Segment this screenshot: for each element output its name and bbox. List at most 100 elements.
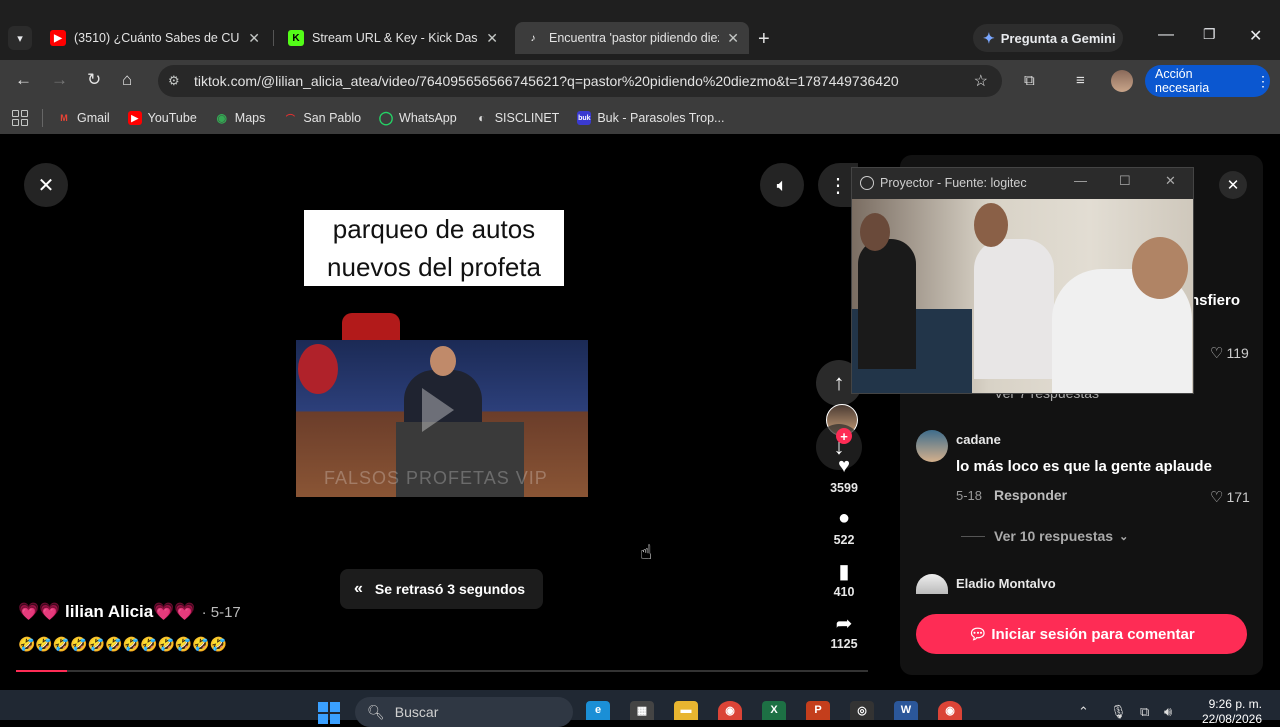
bookmark-maps[interactable]: ◉ Maps [215,111,266,125]
volume-button[interactable]: 🔈︎ [760,163,804,207]
toolbar: ← → ↻ ⌂ ⚙ tiktok.com/@lilian_alicia_atea… [0,60,1280,102]
close-icon[interactable]: ✕ [1165,173,1176,189]
new-tab-button[interactable]: + [758,28,770,51]
bookmark-whatsapp[interactable]: ◯ WhatsApp [378,110,457,125]
like-action[interactable]: ♥ 3599 [820,455,868,495]
share-arrow-icon: ➦ [835,613,853,635]
maximize-icon[interactable]: ☐ [1119,173,1131,189]
avatar[interactable] [916,430,948,462]
tab-search-button[interactable]: ▾ [8,26,32,50]
chrome-profile-icon[interactable]: ◉ [938,701,962,720]
comment-bubble-icon: ● [837,507,851,529]
rewind-icon: « [354,580,363,597]
action-needed-button[interactable]: Acción necesaria ⋮ [1145,65,1270,97]
youtube-icon: ▶ [127,111,142,125]
heart-outline-icon: ♡ [1210,345,1224,362]
close-icon[interactable]: ✕ [486,30,498,47]
profile-avatar[interactable] [1111,70,1133,92]
projector-window[interactable]: Proyector - Fuente: logitec — ☐ ✕ [851,167,1194,394]
tab-title: Stream URL & Key - Kick Dashboard [312,31,478,45]
extensions-icon[interactable]: ⧉ [1024,72,1035,89]
share-action[interactable]: ➦ 1125 [820,611,868,651]
person-right-head [1132,237,1188,299]
tab-youtube[interactable]: ▶ (3510) ¿Cuánto Sabes de CULTURA ✕ [40,22,270,54]
play-icon[interactable] [422,388,454,432]
bookmark-sisclinet[interactable]: ◐ SISCLINET [475,111,559,125]
bookmark-label: YouTube [147,111,197,125]
volume-icon[interactable]: 🔊︎ [1164,704,1172,720]
delay-notice[interactable]: « Se retrasó 3 segundos [340,569,543,609]
home-icon[interactable]: ⌂ [122,70,132,90]
close-window-icon[interactable]: ✕ [1249,26,1262,46]
overlay-line-2: nuevos del profeta [327,252,541,282]
gemini-label: Pregunta a Gemini [1000,30,1116,46]
person-left [858,239,916,369]
edge-icon[interactable]: e [586,701,610,720]
heart-icon: ♥ [838,455,850,477]
microphone-icon[interactable]: 🎙︎ [1110,704,1127,720]
bookmark-san-pablo[interactable]: ⌒ San Pablo [283,111,361,125]
reload-icon[interactable]: ↻ [87,70,101,90]
close-icon: ✕ [1226,177,1240,194]
buk-icon: buk [577,111,592,125]
windows-start-icon[interactable] [318,702,340,724]
comment-username[interactable]: Eladio Montalvo [956,576,1056,591]
word-icon[interactable]: W [894,701,918,720]
address-bar[interactable]: ⚙ tiktok.com/@lilian_alicia_atea/video/7… [158,65,1002,97]
close-icon[interactable]: ✕ [727,30,739,47]
save-action[interactable]: ▮ 410 [820,559,868,599]
chevron-down-icon: ▾ [17,32,23,45]
overlay-line-1: parqueo de autos [332,214,536,244]
view-replies-button[interactable]: Ver 10 respuestas ⌄ [961,528,1128,544]
comment-action[interactable]: ● 522 [820,507,868,547]
video-progress-bar[interactable] [16,670,868,672]
comment-username[interactable]: cadane [956,432,1001,447]
close-panel-button[interactable]: ✕ [1219,171,1247,199]
restore-icon[interactable]: ❐ [1203,26,1216,43]
apps-grid-icon[interactable] [12,110,28,126]
back-icon[interactable]: ← [15,70,32,90]
login-to-comment-button[interactable]: 💬︎ Iniciar sesión para comentar [916,614,1247,654]
powerpoint-icon[interactable]: P [806,701,830,720]
tab-kick[interactable]: K Stream URL & Key - Kick Dashboard ✕ [278,22,508,54]
media-controls-icon[interactable]: ≡ [1076,72,1085,89]
store-icon[interactable]: ▦ [630,701,654,720]
bookmark-star-icon[interactable]: ☆ [974,71,988,91]
comment-like-count: 171 [1226,489,1250,505]
follow-plus-icon[interactable]: + [836,428,852,444]
close-icon[interactable]: ✕ [248,30,260,47]
search-placeholder: Buscar [394,704,439,720]
obs-icon[interactable]: ◎ [850,701,874,720]
tab-separator [273,30,274,46]
reply-button[interactable]: Responder [994,487,1067,503]
network-icon[interactable]: ⧉ [1140,704,1149,720]
minimize-icon[interactable]: — [1158,26,1174,44]
comment-like-button[interactable]: ♡ 171 [1210,488,1250,506]
forward-icon[interactable]: → [51,70,68,90]
site-info-icon[interactable]: ⚙ [168,73,188,89]
minimize-icon[interactable]: — [1074,173,1087,188]
excel-icon[interactable]: X [762,701,786,720]
kebab-menu-icon: ⋮ [1256,72,1270,89]
comment-text: lo más loco es que la gente aplaude [956,458,1212,475]
webcam-feed [852,199,1193,393]
chrome-icon[interactable]: ◉ [718,701,742,720]
bookmark-buk[interactable]: buk Buk - Parasoles Trop... [577,111,724,125]
tab-tiktok[interactable]: ♪ Encuentra 'pastor pidiendo diezmo' ✕ [515,22,749,54]
file-explorer-icon[interactable]: ▬ [674,701,698,720]
gemini-button[interactable]: ✦ Pregunta a Gemini [973,24,1123,52]
url-text[interactable]: tiktok.com/@lilian_alicia_atea/video/764… [194,73,899,89]
whatsapp-icon: ◯ [378,110,394,125]
comment-like-button[interactable]: ♡ 119 [1210,344,1249,362]
bookmark-youtube[interactable]: ▶ YouTube [127,111,197,125]
bookmark-label: Maps [234,111,266,125]
chevron-up-icon[interactable]: ⌃ [1078,704,1089,720]
system-clock[interactable]: 9:26 p. m. 22/08/2026 [1196,697,1262,727]
close-video-button[interactable]: ✕ [24,163,68,207]
projector-titlebar[interactable]: Proyector - Fuente: logitec [852,168,1193,197]
video-author[interactable]: 💗💗 lilian Alicia💗💗 · 5-17 [18,602,241,622]
taskbar-search[interactable]: 🔍︎ Buscar [355,697,573,727]
view-replies-label: Ver 10 respuestas [994,528,1114,544]
video-player[interactable]: FALSOS PROFETAS VIP [296,340,588,497]
bookmark-gmail[interactable]: M Gmail [57,111,109,125]
